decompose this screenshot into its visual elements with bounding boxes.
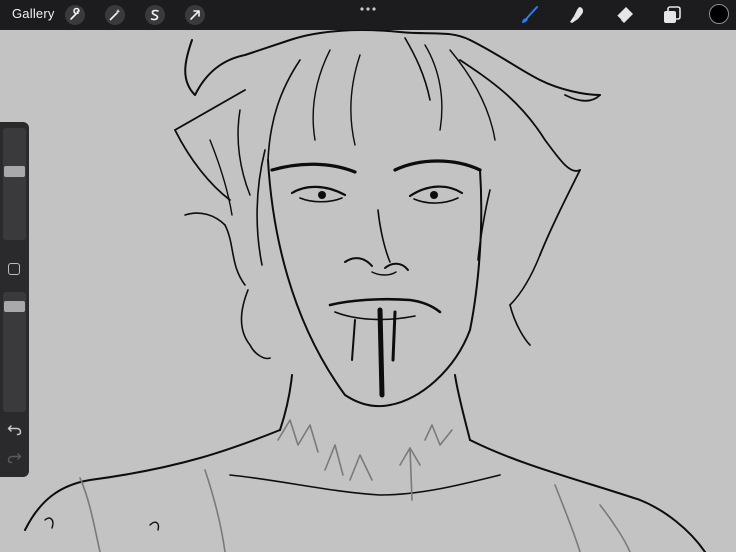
left-sidebar <box>0 122 29 477</box>
undo-icon <box>7 425 22 436</box>
undo-button[interactable] <box>6 421 23 438</box>
brush-size-thumb[interactable] <box>4 166 25 177</box>
smudge-finger-icon <box>570 7 584 23</box>
ellipsis-icon[interactable] <box>358 4 378 14</box>
modify-button[interactable] <box>8 263 20 275</box>
top-toolbar: Gallery <box>0 0 736 30</box>
brush-size-slider[interactable] <box>3 128 26 240</box>
opacity-slider[interactable] <box>3 292 26 412</box>
eraser-tool-button[interactable] <box>613 4 635 26</box>
opacity-thumb[interactable] <box>4 301 25 312</box>
wrench-icon <box>65 5 85 25</box>
redo-button[interactable] <box>6 449 23 466</box>
gallery-button[interactable]: Gallery <box>12 6 55 21</box>
drawing-canvas[interactable] <box>0 0 736 552</box>
adjustments-button[interactable] <box>104 4 126 26</box>
redo-icon <box>7 453 22 464</box>
selection-s-icon <box>145 5 165 25</box>
smudge-tool-button[interactable] <box>566 4 588 26</box>
selection-button[interactable] <box>144 4 166 26</box>
brush-icon <box>522 6 538 23</box>
eraser-icon <box>616 7 633 23</box>
procreate-app: Gallery <box>0 0 736 552</box>
layers-button[interactable] <box>661 4 683 26</box>
layers-icon <box>664 6 681 23</box>
actions-button[interactable] <box>64 4 86 26</box>
arrow-cursor-icon <box>185 5 205 25</box>
transform-button[interactable] <box>184 4 206 26</box>
color-picker-swatch[interactable] <box>709 4 729 24</box>
magic-wand-icon <box>105 5 125 25</box>
brush-tool-button[interactable] <box>518 4 540 26</box>
